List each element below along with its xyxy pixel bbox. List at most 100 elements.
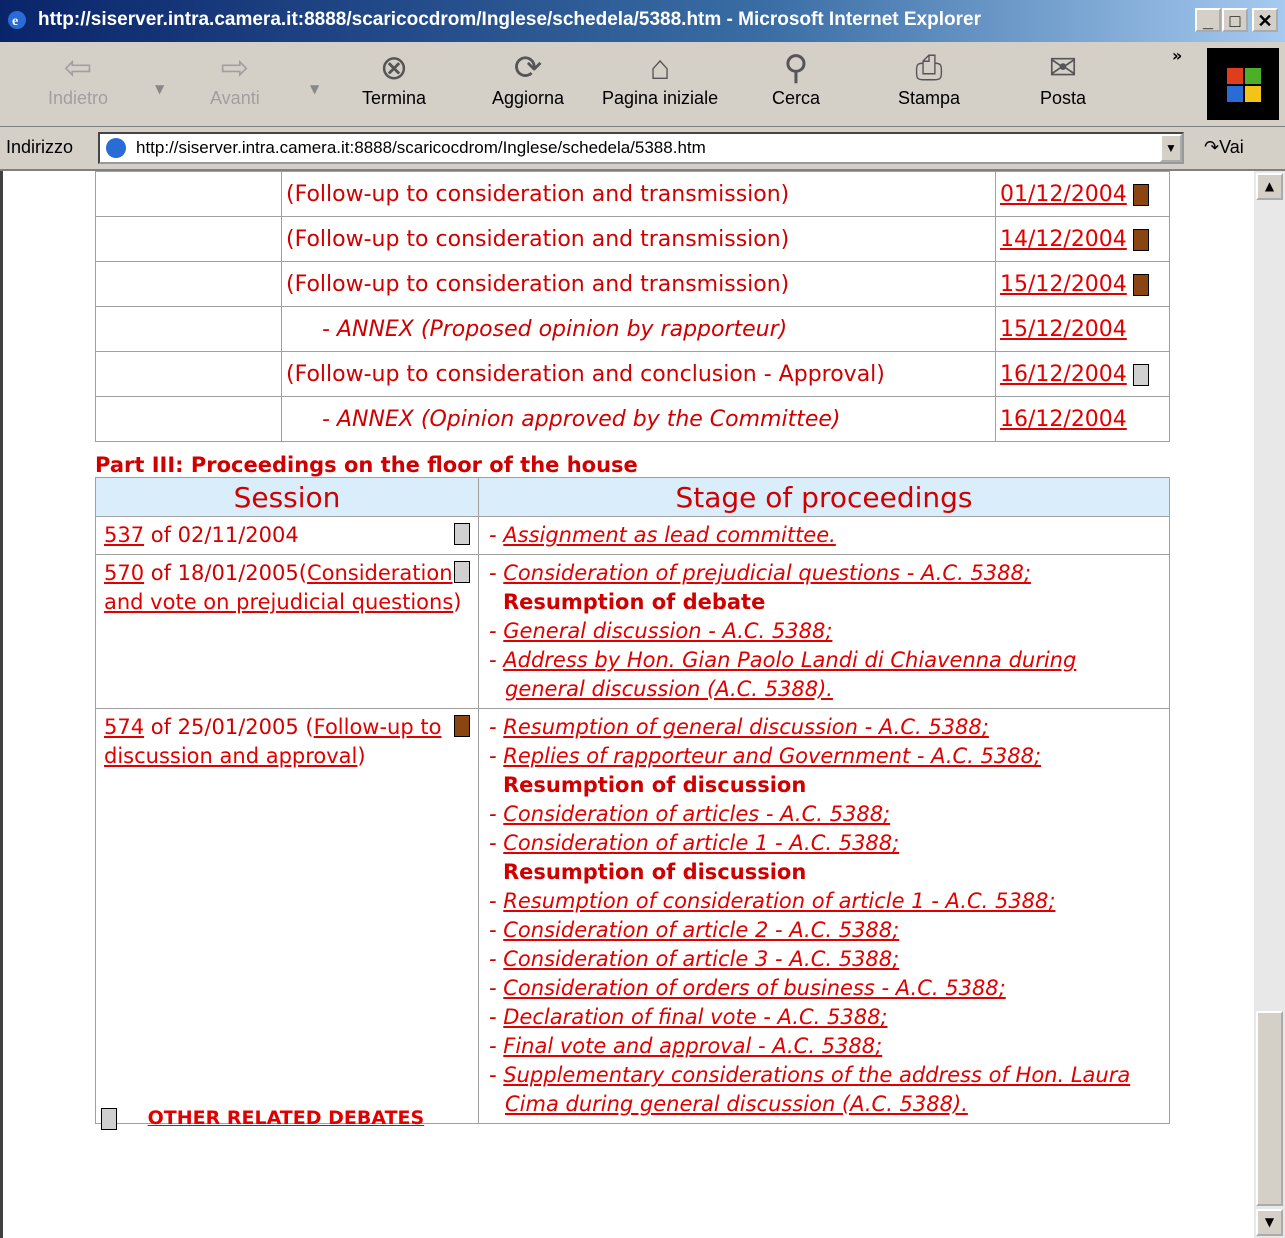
committee-empty-cell (95, 351, 282, 397)
committee-row-text: (Follow-up to consideration and conclusi… (281, 351, 996, 397)
stage-link[interactable]: Final vote and approval - A.C. 5388; (503, 1034, 882, 1058)
committee-row-date-link[interactable]: 16/12/2004 (1000, 362, 1127, 387)
stage-dash: - (489, 976, 504, 1000)
stop-label: Termina (362, 88, 427, 108)
page-icon (106, 138, 126, 158)
document-icon[interactable] (454, 561, 470, 583)
stage-dash: - (489, 889, 504, 913)
committee-row-date-link[interactable]: 16/12/2004 (1000, 407, 1127, 432)
document-icon[interactable] (454, 523, 470, 545)
committee-row-label: (Follow-up to consideration and transmis… (286, 271, 790, 297)
document-icon[interactable] (1132, 273, 1149, 296)
back-dropdown-icon[interactable]: ▼ (155, 82, 164, 96)
scroll-down-button[interactable]: ▼ (1256, 1209, 1283, 1236)
toolbar-overflow-chevron[interactable]: » (1172, 46, 1182, 65)
committee-row-label: (Follow-up to consideration and transmis… (286, 226, 790, 252)
stage-link[interactable]: Assignment as lead committee. (503, 523, 836, 547)
close-button[interactable]: ✕ (1252, 8, 1278, 32)
committee-row: - ANNEX (Proposed opinion by rapporteur)… (95, 306, 1170, 352)
stage-link[interactable]: Address by Hon. Gian Paolo Landi di Chia… (503, 648, 1076, 701)
stage-item: - General discussion - A.C. 5388; (487, 617, 1161, 646)
stage-cell: - Assignment as lead committee. (478, 516, 1170, 555)
committee-row: (Follow-up to consideration and conclusi… (95, 351, 1170, 397)
committee-row-text: (Follow-up to consideration and transmis… (281, 216, 996, 262)
stage-item: - Final vote and approval - A.C. 5388; (487, 1032, 1161, 1061)
search-button[interactable]: ⚲ Cerca (772, 48, 820, 109)
committee-row-text: (Follow-up to consideration and transmis… (281, 261, 996, 307)
address-url[interactable]: http://siserver.intra.camera.it:8888/sca… (136, 138, 706, 158)
stage-link[interactable]: Resumption of consideration of article 1… (503, 889, 1055, 913)
search-label: Cerca (772, 88, 821, 108)
session-number-link[interactable]: 574 (104, 715, 144, 739)
stage-cell: - Resumption of general discussion - A.C… (478, 708, 1170, 1124)
committee-row-date-link[interactable]: 15/12/2004 (1000, 317, 1127, 342)
stage-link[interactable]: Consideration of article 1 - A.C. 5388; (503, 831, 899, 855)
committee-row-date-link[interactable]: 14/12/2004 (1000, 227, 1127, 252)
stage-item: - Resumption of consideration of article… (487, 887, 1161, 916)
scroll-up-button[interactable]: ▲ (1256, 173, 1283, 200)
stage-item: - Consideration of prejudicial questions… (487, 559, 1161, 588)
document-icon[interactable] (1132, 228, 1149, 251)
session-number-link[interactable]: 570 (104, 561, 144, 585)
committee-row-date-link[interactable]: 01/12/2004 (1000, 182, 1127, 207)
stage-link[interactable]: Replies of rapporteur and Government - A… (503, 744, 1041, 768)
go-arrow-icon: ↷ (1204, 137, 1220, 157)
mail-button[interactable]: ✉ Posta (1040, 48, 1086, 109)
home-button[interactable]: ⌂ Pagina iniziale (602, 48, 718, 109)
stage-link[interactable]: Consideration of article 2 - A.C. 5388; (503, 918, 899, 942)
stop-button[interactable]: ⊗ Termina (362, 48, 426, 109)
other-related-debates-link[interactable]: OTHER RELATED DEBATES (148, 1107, 425, 1129)
address-label: Indirizzo (6, 137, 74, 157)
session-date: of 25/01/2005 (144, 715, 299, 739)
address-dropdown-icon[interactable]: ▼ (1160, 134, 1182, 162)
document-icon[interactable] (1132, 183, 1149, 206)
stage-link[interactable]: Consideration of orders of business - A.… (503, 976, 1005, 1000)
stage-link[interactable]: General discussion - A.C. 5388; (503, 619, 832, 643)
stage-heading: Resumption of debate (503, 590, 766, 614)
session-column-header: Session (95, 477, 479, 517)
stage-column-header: Stage of proceedings (478, 477, 1170, 517)
session-row: 537 of 02/11/2004- Assignment as lead co… (95, 516, 1170, 555)
stage-item: - Address by Hon. Gian Paolo Landi di Ch… (487, 646, 1161, 704)
windows-logo (1207, 48, 1279, 120)
go-button[interactable]: ↷Vai (1204, 137, 1244, 158)
committee-row: - ANNEX (Opinion approved by the Committ… (95, 396, 1170, 442)
vertical-scrollbar[interactable]: ▲ ▼ (1254, 171, 1285, 1238)
maximize-button[interactable]: □ (1222, 8, 1248, 32)
browser-toolbar: ⇦ Indietro ▼ ⇨ Avanti ▼ ⊗ Termina ⟳ Aggiorna… (0, 42, 1285, 127)
document-icon[interactable] (454, 715, 470, 737)
stage-dash: - (489, 831, 504, 855)
stage-link[interactable]: Consideration of article 3 - A.C. 5388; (503, 947, 899, 971)
committee-row-date-cell: 16/12/2004 (995, 396, 1170, 442)
stage-heading: Resumption of discussion (503, 860, 807, 884)
stage-link[interactable]: Supplementary considerations of the addr… (503, 1063, 1130, 1116)
stage-item: - Declaration of final vote - A.C. 5388; (487, 1003, 1161, 1032)
stage-link[interactable]: Consideration of articles - A.C. 5388; (503, 802, 890, 826)
back-label: Indietro (48, 88, 109, 108)
session-number-link[interactable]: 537 (104, 523, 144, 547)
mail-icon: ✉ (1048, 49, 1078, 87)
window-title-bar[interactable]: e http://siserver.intra.camera.it:8888/s… (0, 0, 1285, 42)
session-cell: 537 of 02/11/2004 (95, 516, 479, 555)
committee-row: (Follow-up to consideration and transmis… (95, 261, 1170, 307)
back-button[interactable]: ⇦ Indietro (48, 48, 108, 109)
stage-dash: - (489, 1034, 504, 1058)
stage-link[interactable]: Resumption of general discussion - A.C. … (503, 715, 989, 739)
committee-row-label: (Follow-up to consideration and conclusi… (286, 361, 885, 387)
document-icon[interactable] (1132, 363, 1149, 386)
print-button[interactable]: ⎙ Stampa (898, 48, 960, 109)
part3-heading: Part III: Proceedings on the floor of th… (95, 453, 638, 477)
back-arrow-icon: ⇦ (63, 49, 93, 87)
home-icon: ⌂ (649, 49, 671, 87)
stage-link[interactable]: Declaration of final vote - A.C. 5388; (503, 1005, 887, 1029)
refresh-button[interactable]: ⟳ Aggiorna (492, 48, 564, 109)
address-input[interactable]: http://siserver.intra.camera.it:8888/sca… (98, 132, 1184, 164)
committee-row-date-link[interactable]: 15/12/2004 (1000, 272, 1127, 297)
minimize-button[interactable]: _ (1195, 8, 1221, 32)
stage-dash: - (489, 947, 504, 971)
refresh-icon: ⟳ (513, 49, 543, 87)
forward-dropdown-icon[interactable]: ▼ (310, 82, 319, 96)
scroll-thumb[interactable] (1256, 1011, 1283, 1206)
stage-link[interactable]: Consideration of prejudicial questions -… (503, 561, 1031, 585)
forward-button[interactable]: ⇨ Avanti (210, 48, 260, 109)
